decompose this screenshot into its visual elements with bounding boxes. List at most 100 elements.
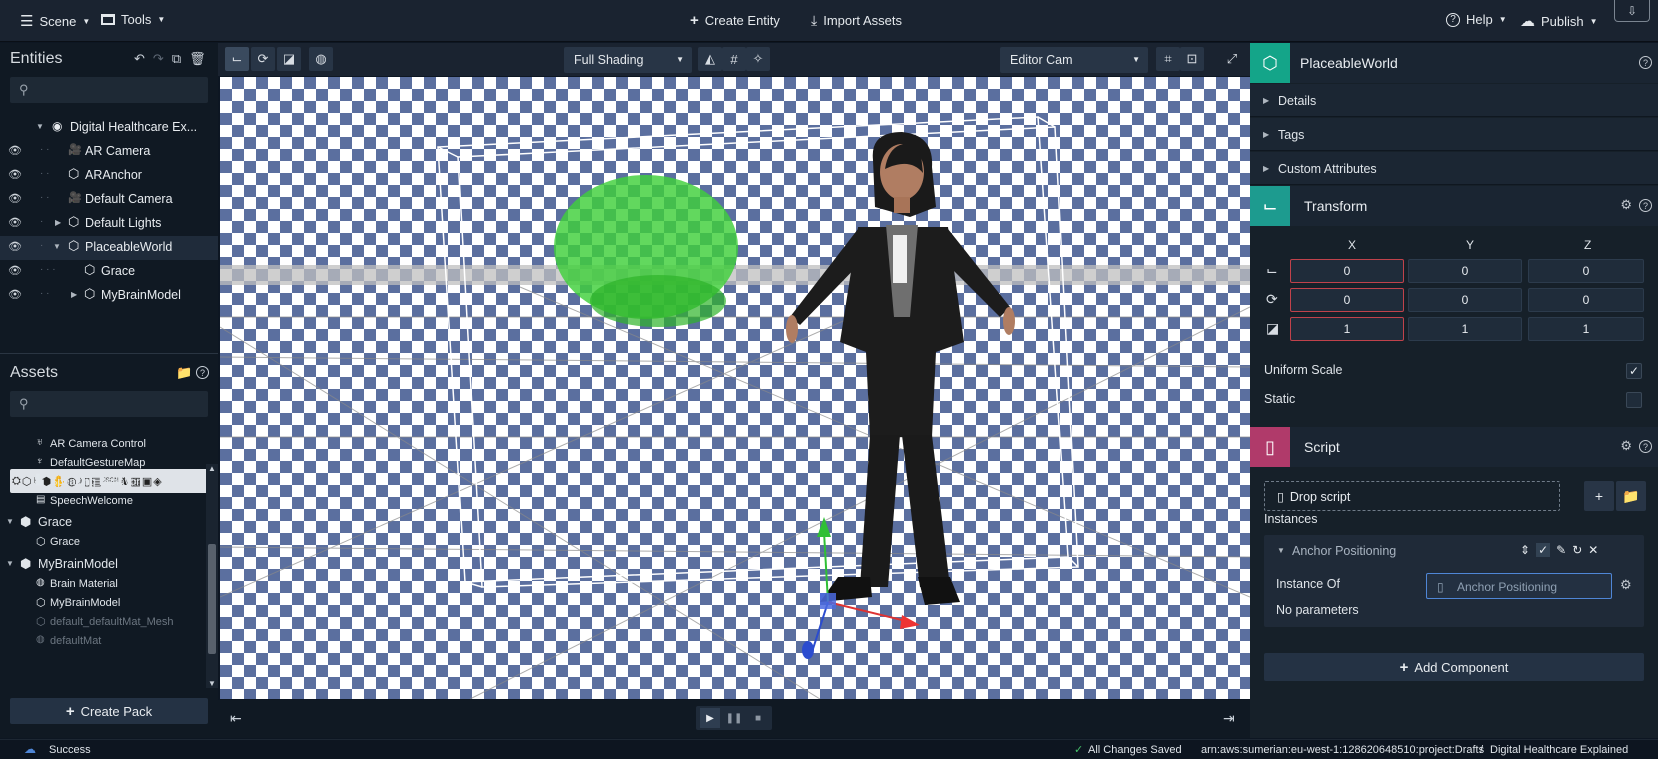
entity-name-input[interactable] — [1300, 51, 1600, 75]
scale-z-field[interactable]: 1 — [1528, 317, 1644, 341]
tree-item-grace[interactable]: 👁 · · · ⬡ Grace — [0, 260, 218, 284]
asset-item[interactable]: ⬡ MyBrainModel — [0, 594, 205, 614]
chevron-down-icon[interactable]: ▼ — [6, 559, 14, 568]
eye-icon[interactable]: 👁 — [8, 288, 22, 301]
asset-item[interactable]: ◍ Brain Material — [0, 575, 205, 595]
undo-icon[interactable]: ↶ — [134, 51, 145, 67]
gear-icon[interactable]: ⚙ — [1620, 197, 1632, 213]
pause-icon[interactable]: ❚❚ — [724, 708, 744, 728]
refresh-icon[interactable]: ↻ — [1572, 543, 1582, 557]
duplicate-icon[interactable]: ⧉ — [172, 51, 181, 67]
rotate-tool-icon[interactable]: ⟳ — [251, 47, 275, 71]
collapse-right-icon[interactable]: ⇥ — [1223, 710, 1235, 727]
help-menu[interactable]: ? Help ▼ — [1446, 12, 1507, 27]
gear-icon[interactable]: ⚙ — [1620, 577, 1632, 593]
asset-item[interactable]: ♆ DefaultGestureMap — [0, 454, 205, 474]
script-header[interactable]: ▯ Script ⚙ ? — [1250, 427, 1658, 467]
scale-tool-icon[interactable]: ◪ — [277, 47, 301, 71]
shading-select[interactable]: Full Shading ▼ — [564, 47, 692, 73]
checkmark-icon[interactable]: ✓ — [1536, 543, 1551, 557]
assets-search[interactable]: ⚲ — [10, 391, 208, 417]
scrollbar-thumb[interactable] — [208, 544, 216, 654]
eye-icon[interactable]: 👁 — [8, 192, 22, 205]
assets-scrollbar[interactable]: ▲ ▼ — [206, 464, 218, 688]
assets-search-input[interactable] — [38, 395, 198, 413]
static-checkbox[interactable] — [1626, 392, 1642, 408]
asset-item[interactable]: ⬡ Grace — [0, 533, 205, 553]
asset-item[interactable]: ▤ SpeechWelcome — [0, 492, 205, 512]
chevron-down-icon[interactable]: ▼ — [208, 679, 216, 688]
asset-item[interactable]: ◍ defaultMat — [0, 632, 205, 652]
eye-icon[interactable]: 👁 — [8, 264, 22, 277]
chevron-down-icon[interactable]: ▼ — [6, 517, 14, 526]
help-icon[interactable]: ? — [1639, 56, 1652, 69]
help-icon[interactable]: ? — [196, 366, 209, 379]
tree-item-mybrainmodel[interactable]: 👁 · · ▶ ⬡ MyBrainModel — [0, 284, 218, 308]
lighting-icon[interactable]: ◭ — [698, 47, 722, 71]
scale-y-field[interactable]: 1 — [1408, 317, 1522, 341]
gear-icon[interactable]: ⚙ — [1620, 438, 1632, 454]
create-entity-button[interactable]: + Create Entity — [690, 12, 780, 29]
translate-tool-icon[interactable]: ⌙ — [225, 47, 249, 71]
eye-icon[interactable]: 👁 — [8, 216, 22, 229]
add-component-button[interactable]: + Add Component — [1264, 653, 1644, 681]
close-icon[interactable]: ✕ — [1588, 543, 1598, 557]
scale-x-field[interactable]: 1 — [1290, 317, 1404, 341]
tree-item-root[interactable]: ▼ ◉ Digital Healthcare Ex... — [0, 116, 218, 140]
rotation-x-field[interactable]: 0 — [1290, 288, 1404, 312]
help-icon[interactable]: ? — [1639, 199, 1652, 212]
play-icon[interactable]: ▶ — [700, 708, 720, 728]
rotation-y-field[interactable]: 0 — [1408, 288, 1522, 312]
eye-icon[interactable]: 👁 — [8, 144, 22, 157]
custom-attributes-section[interactable]: ▶ Custom Attributes — [1250, 152, 1658, 185]
details-section[interactable]: ▶ Details — [1250, 84, 1658, 117]
folder-icon[interactable]: 📁 — [176, 365, 192, 381]
uniform-scale-checkbox[interactable]: ✓ — [1626, 363, 1642, 379]
browse-script-button[interactable]: 📁 — [1616, 481, 1646, 511]
scene-viewport[interactable] — [220, 77, 1250, 699]
import-assets-button[interactable]: ⤓ Import Assets — [811, 12, 902, 29]
magic-wand-icon[interactable]: ✧ — [746, 47, 770, 71]
chevron-down-icon[interactable]: ▼ — [1277, 546, 1285, 555]
tags-section[interactable]: ▶ Tags — [1250, 118, 1658, 151]
add-script-button[interactable]: + — [1584, 481, 1614, 511]
edit-icon[interactable]: ✎ — [1556, 543, 1566, 557]
tree-item-placeableworld[interactable]: 👁 · ▼ ⬡ PlaceableWorld — [0, 236, 218, 260]
entities-search-input[interactable] — [38, 81, 198, 99]
notifications-button[interactable]: ⇩ — [1614, 0, 1650, 22]
tree-item-default-lights[interactable]: 👁 · ▶ ⬡ Default Lights — [0, 212, 218, 236]
entities-search[interactable]: ⚲ — [10, 77, 208, 103]
rotation-z-field[interactable]: 0 — [1528, 288, 1644, 312]
translation-y-field[interactable]: 0 — [1408, 259, 1522, 283]
scene-menu[interactable]: ☰ Scene ▼ — [20, 12, 90, 30]
asset-item[interactable]: ⬡ default_defaultMat_Mesh — [0, 613, 205, 633]
tree-item-aranchor[interactable]: 👁 · · ⬡ ARAnchor — [0, 164, 218, 188]
stop-icon[interactable]: ■ — [748, 708, 768, 728]
frame-selection-icon[interactable]: ⌗ — [1156, 47, 1180, 71]
drop-script-zone[interactable]: ▯ Drop script — [1264, 481, 1560, 511]
chevron-right-icon[interactable]: ▶ — [55, 218, 61, 227]
create-pack-button[interactable]: + Create Pack — [10, 698, 208, 724]
asset-item[interactable]: ▙ Speaking Behavor — [0, 473, 205, 493]
frame-all-icon[interactable]: ⊡ — [1180, 47, 1204, 71]
trash-icon[interactable]: 🗑 — [189, 51, 206, 67]
collapse-left-icon[interactable]: ⇤ — [230, 710, 242, 727]
eye-icon[interactable]: 👁 — [8, 240, 22, 253]
translation-x-field[interactable]: 0 — [1290, 259, 1404, 283]
tree-item-default-camera[interactable]: 👁 · · 🎥 Default Camera — [0, 188, 218, 212]
tree-item-ar-camera[interactable]: 👁 · · 🎥 AR Camera — [0, 140, 218, 164]
chevron-down-icon[interactable]: ▼ — [36, 122, 44, 131]
tools-menu[interactable]: Tools ▼ — [101, 12, 165, 27]
asset-item[interactable]: ♅ AR Camera Control — [0, 439, 205, 455]
chevron-right-icon[interactable]: ▶ — [71, 290, 77, 299]
asset-pack-grace[interactable]: ▼ ⬢ Grace — [0, 512, 205, 532]
transform-header[interactable]: ⌙ Transform ⚙ ? — [1250, 186, 1658, 226]
asset-pack-mybrainmodel[interactable]: ▼ ⬢ MyBrainModel — [0, 554, 205, 574]
globe-icon[interactable]: ◍ — [309, 47, 333, 71]
eye-icon[interactable]: 👁 — [8, 168, 22, 181]
grid-icon[interactable]: # — [722, 47, 746, 71]
help-icon[interactable]: ? — [1639, 440, 1652, 453]
translation-z-field[interactable]: 0 — [1528, 259, 1644, 283]
chevron-up-icon[interactable]: ▲ — [208, 464, 216, 473]
camera-select[interactable]: Editor Cam ▼ — [1000, 47, 1148, 73]
